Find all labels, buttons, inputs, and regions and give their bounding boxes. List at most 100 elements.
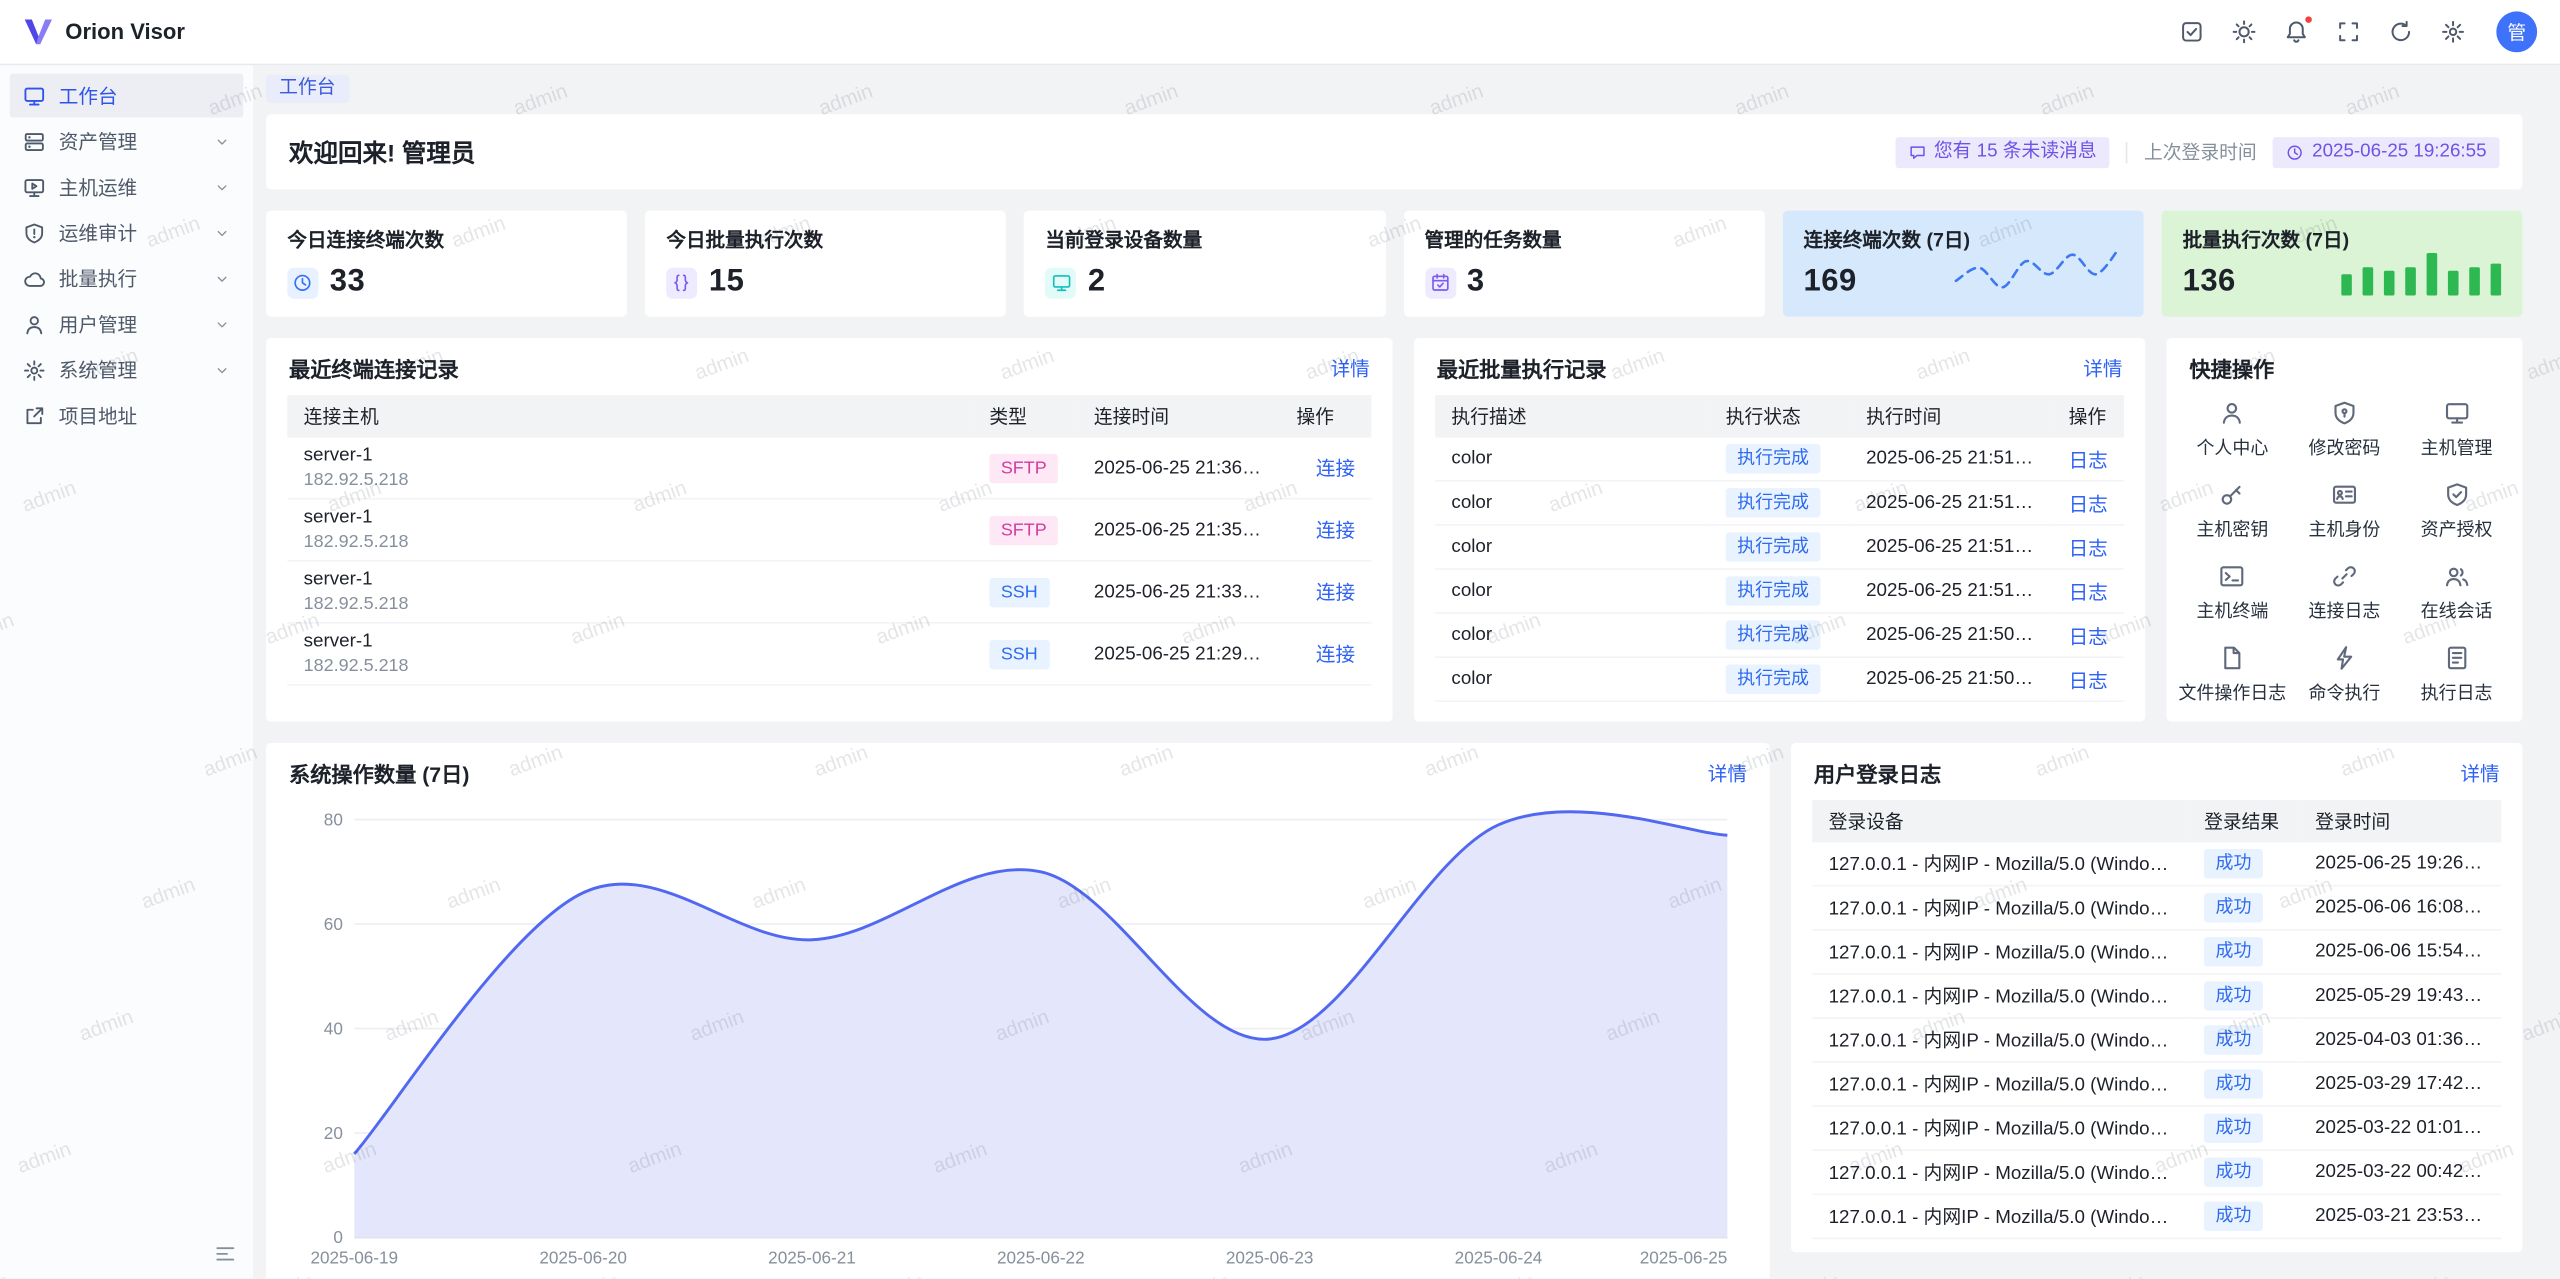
connect-action-link[interactable]: 连接 xyxy=(1316,643,1355,666)
brand[interactable]: Orion Visor xyxy=(23,18,185,46)
exec-status-badge: 执行完成 xyxy=(1726,532,1821,561)
host-ip: 182.92.5.218 xyxy=(304,655,957,678)
login-result-badge: 成功 xyxy=(2204,893,2263,922)
settings-gear-icon[interactable] xyxy=(2441,20,2465,44)
protocol-badge: SFTP xyxy=(989,453,1058,482)
quick-action-label: 执行日志 xyxy=(2421,679,2493,705)
exec-status-badge: 执行完成 xyxy=(1726,664,1821,693)
refresh-icon[interactable] xyxy=(2389,20,2413,44)
sidebar-item[interactable]: 批量执行 xyxy=(10,256,243,300)
svg-text:0: 0 xyxy=(333,1227,343,1247)
stat-card-managed-tasks: 管理的任务数量 3 xyxy=(1403,211,1764,317)
login-logs-detail-link[interactable]: 详情 xyxy=(2460,759,2499,787)
breadcrumb-item[interactable]: 工作台 xyxy=(266,75,348,103)
sidebar-collapse-icon[interactable] xyxy=(214,1242,237,1265)
sidebar-item-label: 工作台 xyxy=(59,82,201,110)
theme-toggle-sun-icon[interactable] xyxy=(2232,20,2256,44)
braces-icon xyxy=(666,267,697,298)
exec-status-badge: 执行完成 xyxy=(1726,620,1821,649)
connect-time: 2025-06-25 21:35:57 xyxy=(1078,499,1280,561)
quick-action-item[interactable]: 连接日志 xyxy=(2288,563,2400,623)
svg-text:40: 40 xyxy=(324,1018,343,1038)
table-row: server-1 182.92.5.218 SFTP 2025-06-25 21… xyxy=(287,499,1371,561)
terminal-detail-link[interactable]: 详情 xyxy=(1331,354,1370,382)
log-action-link[interactable]: 日志 xyxy=(2069,580,2108,603)
login-device: 127.0.0.1 - 内网IP - Mozilla/5.0 (Windows … xyxy=(1812,1106,2188,1150)
connect-action-link[interactable]: 连接 xyxy=(1316,581,1355,604)
log-action-link[interactable]: 日志 xyxy=(2069,624,2108,647)
login-time: 2025-03-29 17:42:50 xyxy=(2299,1062,2501,1106)
card-title: 快捷操作 xyxy=(2189,353,2274,384)
login-result-badge: 成功 xyxy=(2204,1202,2263,1231)
login-time: 2025-06-25 19:26:55 xyxy=(2299,842,2501,885)
quick-action-item[interactable]: 主机管理 xyxy=(2401,400,2513,460)
middle-row: 最近终端连接记录 详情 连接主机 类型 连接时间 操作 xyxy=(266,338,2522,722)
table-row: server-1 182.92.5.218 SSH 2025-06-25 21:… xyxy=(287,623,1371,685)
svg-text:2025-06-20: 2025-06-20 xyxy=(539,1248,627,1268)
login-device: 127.0.0.1 - 内网IP - Mozilla/5.0 (Windows … xyxy=(1812,930,2188,974)
connect-time: 2025-06-25 21:33:13 xyxy=(1078,561,1280,623)
login-result-badge: 成功 xyxy=(2204,937,2263,966)
host-ip: 182.92.5.218 xyxy=(304,593,957,616)
card-title: 用户登录日志 xyxy=(1814,758,1941,789)
sidebar-item[interactable]: 系统管理 xyxy=(10,348,243,392)
batch-detail-link[interactable]: 详情 xyxy=(2083,354,2122,382)
column-header: 登录时间 xyxy=(2299,800,2501,842)
sidebar-item[interactable]: 用户管理 xyxy=(10,302,243,346)
quick-action-item[interactable]: 主机密钥 xyxy=(2176,482,2288,542)
quick-action-item[interactable]: 资产授权 xyxy=(2401,482,2513,542)
last-login-label: 上次登录时间 xyxy=(2144,139,2257,165)
exec-description: color xyxy=(1435,657,1709,701)
quick-action-item[interactable]: 命令执行 xyxy=(2288,645,2400,705)
unread-messages-chip[interactable]: 您有 15 条未读消息 xyxy=(1895,136,2110,167)
quick-actions-grid: 个人中心 修改密码 主机管理 xyxy=(2167,395,2523,722)
stat-card-online-devices: 当前登录设备数量 2 xyxy=(1024,211,1385,317)
column-header: 操作 xyxy=(1280,395,1371,437)
log-action-link[interactable]: 日志 xyxy=(2069,492,2108,515)
quick-action-item[interactable]: 修改密码 xyxy=(2288,400,2400,460)
bottom-row: 系统操作数量 (7日) 详情 0204060802025-06-192025-0… xyxy=(266,743,2522,1279)
host-ip: 182.92.5.218 xyxy=(304,469,957,492)
sidebar-item-label: 用户管理 xyxy=(59,310,201,338)
column-header: 登录结果 xyxy=(2188,800,2299,842)
quick-action-item[interactable]: 在线会话 xyxy=(2401,563,2513,623)
login-time: 2025-06-06 15:54:26 xyxy=(2299,930,2501,974)
sidebar-item[interactable]: 主机运维 xyxy=(10,165,243,209)
clock-icon xyxy=(2286,143,2304,161)
login-device: 127.0.0.1 - 内网IP - Mozilla/5.0 (Windows … xyxy=(1812,842,2188,885)
connect-action-link[interactable]: 连接 xyxy=(1316,457,1355,480)
quick-action-item[interactable]: 主机终端 xyxy=(2176,563,2288,623)
stat-card-batch-7d: 批量执行次数 (7日) 136 xyxy=(2161,211,2522,317)
chart-detail-link[interactable]: 详情 xyxy=(1708,759,1747,787)
sidebar-item[interactable]: 资产管理 xyxy=(10,119,243,163)
welcome-meta: 您有 15 条未读消息 上次登录时间 2025-06-25 19:26:55 xyxy=(1895,136,2500,167)
notifications-bell-icon[interactable] xyxy=(2284,20,2308,44)
log-action-link[interactable]: 日志 xyxy=(2069,669,2108,692)
topbar: Orion Visor 管 xyxy=(0,0,2560,65)
column-header: 执行状态 xyxy=(1709,395,1849,437)
sidebar-item[interactable]: 项目地址 xyxy=(10,393,243,437)
workflow-check-icon[interactable] xyxy=(2180,20,2204,44)
table-row: 127.0.0.1 - 内网IP - Mozilla/5.0 (Windows … xyxy=(1812,974,2501,1018)
host-name: server-1 xyxy=(304,568,957,592)
log-action-link[interactable]: 日志 xyxy=(2069,448,2108,471)
connect-action-link[interactable]: 连接 xyxy=(1316,519,1355,542)
quick-action-item[interactable]: 执行日志 xyxy=(2401,645,2513,705)
user-avatar[interactable]: 管 xyxy=(2496,11,2537,52)
fullscreen-icon[interactable] xyxy=(2336,20,2360,44)
log-action-link[interactable]: 日志 xyxy=(2069,536,2108,559)
login-time: 2025-03-22 01:01:31 xyxy=(2299,1106,2501,1150)
table-row: color 执行完成 2025-06-25 21:51:17 日志 xyxy=(1435,525,2124,569)
table-row: 127.0.0.1 - 内网IP - Mozilla/5.0 (Windows … xyxy=(1812,930,2501,974)
quick-action-item[interactable]: 个人中心 xyxy=(2176,400,2288,460)
stat-value: 3 xyxy=(1467,264,1485,300)
quick-actions-card: 快捷操作 个人中心 修改密码 xyxy=(2167,338,2523,722)
quick-action-item[interactable]: 文件操作日志 xyxy=(2176,645,2288,705)
exec-time: 2025-06-25 21:51:17 xyxy=(1850,525,2052,569)
column-header: 类型 xyxy=(973,395,1077,437)
sidebar-item-label: 主机运维 xyxy=(59,173,201,201)
sidebar-item[interactable]: 工作台 xyxy=(10,73,243,117)
quick-action-item[interactable]: 主机身份 xyxy=(2288,482,2400,542)
main-content: 工作台 欢迎回来! 管理员 您有 15 条未读消息 上次登录时间 2025-06… xyxy=(253,65,2560,1278)
sidebar-item[interactable]: 运维审计 xyxy=(10,211,243,255)
